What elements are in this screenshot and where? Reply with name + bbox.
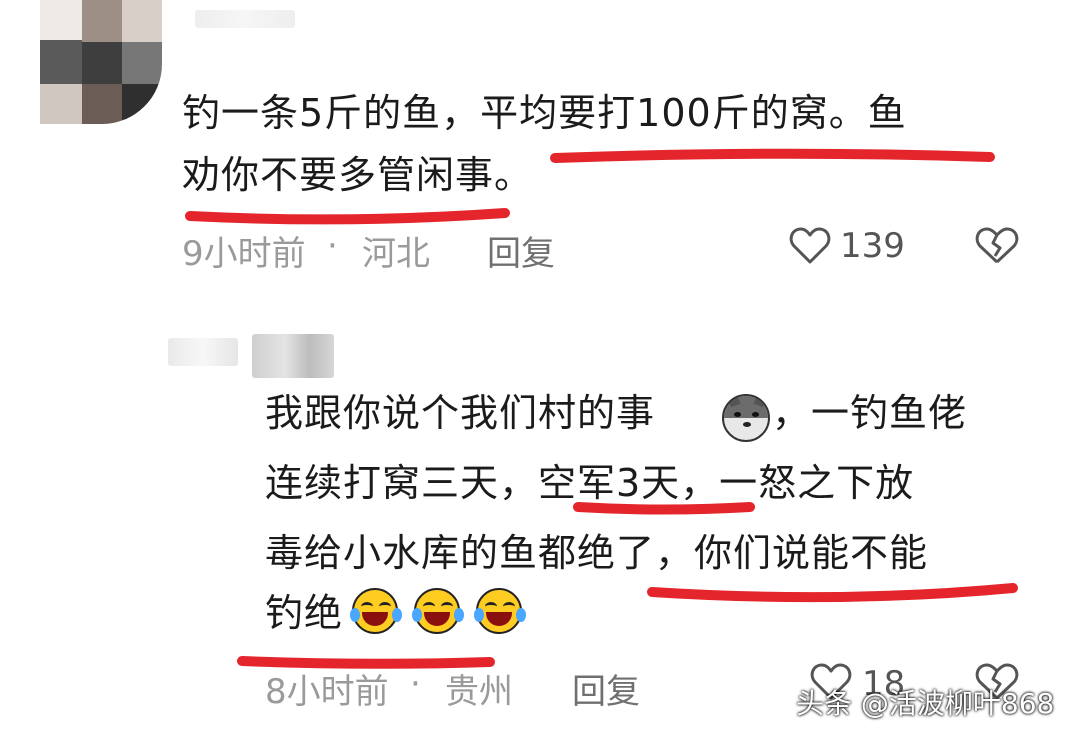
highlight-underline	[237, 502, 1018, 669]
comment-time: 8小时前	[265, 672, 389, 712]
reply-button[interactable]: 回复	[572, 664, 640, 713]
source-watermark: 头条 @活波柳叶868	[796, 687, 1055, 720]
comment-location: 贵州	[445, 672, 513, 712]
meta-separator: ·	[410, 664, 421, 704]
